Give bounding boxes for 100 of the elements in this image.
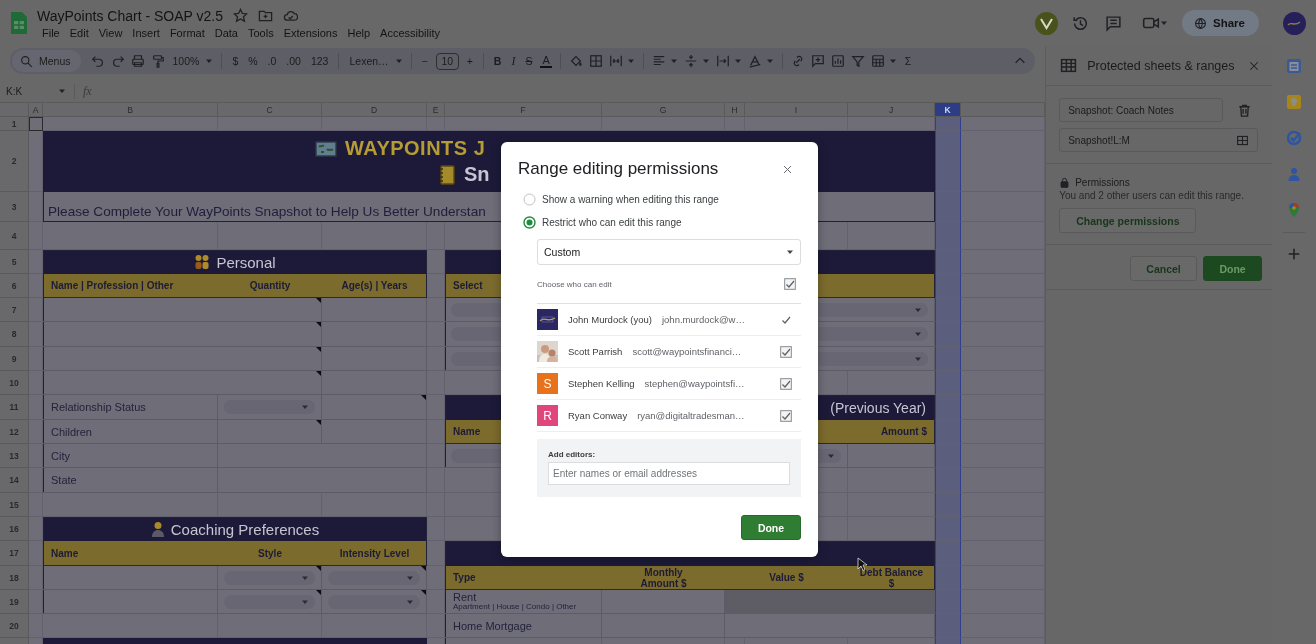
table-cell[interactable] [322, 395, 427, 420]
functions-button[interactable]: Σ [902, 55, 914, 67]
table-cell[interactable] [29, 420, 43, 444]
table-cell[interactable] [935, 222, 961, 250]
dropdown-chip[interactable] [224, 570, 315, 585]
menu-item[interactable]: Edit [64, 26, 94, 39]
redo-icon[interactable] [110, 54, 125, 68]
table-cell[interactable] [322, 117, 427, 131]
table-cell[interactable] [427, 517, 445, 541]
table-cell[interactable] [427, 395, 445, 420]
filter-icon[interactable] [850, 54, 865, 68]
table-cell[interactable] [322, 298, 427, 322]
table-cell[interactable] [935, 192, 961, 222]
table-cell[interactable] [427, 444, 445, 468]
italic-button[interactable]: I [509, 53, 518, 69]
table-cell[interactable] [322, 420, 427, 444]
row-header[interactable]: 2 [0, 131, 29, 192]
access-dropdown[interactable]: Custom [537, 239, 801, 265]
table-cell[interactable] [935, 322, 961, 347]
table-cell[interactable] [427, 614, 445, 638]
table-cell[interactable] [935, 250, 961, 274]
paint-format-icon[interactable] [150, 54, 165, 68]
change-permissions-button[interactable]: Change permissions [1059, 208, 1197, 233]
row-header[interactable]: 4 [0, 222, 29, 250]
table-cell[interactable] [935, 444, 961, 468]
table-cell[interactable] [427, 274, 445, 298]
history-icon[interactable] [1072, 14, 1090, 32]
table-cell[interactable] [29, 274, 43, 298]
font-size-field[interactable]: 10 [435, 52, 459, 70]
close-icon[interactable] [1248, 59, 1261, 72]
strikethrough-button[interactable]: S [523, 55, 535, 67]
table-cell[interactable] [43, 493, 218, 517]
text-wrap-icon[interactable] [715, 54, 730, 68]
row-header[interactable]: 7 [0, 298, 29, 322]
table-cell[interactable] [935, 493, 961, 517]
table-cell[interactable] [935, 131, 961, 192]
table-cell[interactable] [427, 117, 445, 131]
print-icon[interactable] [130, 54, 145, 68]
calendar-icon[interactable] [1286, 58, 1302, 74]
add-icon[interactable] [1287, 247, 1301, 261]
table-cell[interactable] [427, 541, 445, 566]
table-cell[interactable] [322, 371, 427, 395]
row-header[interactable]: 12 [0, 420, 29, 444]
table-cell[interactable] [322, 322, 427, 347]
row-header[interactable]: 10 [0, 371, 29, 395]
row-header[interactable]: 8 [0, 322, 29, 347]
table-cell[interactable] [29, 517, 43, 541]
increase-font-size-button[interactable]: + [464, 55, 475, 67]
table-cell[interactable] [935, 117, 961, 131]
table-cell[interactable] [725, 614, 935, 638]
table-cell[interactable] [29, 614, 43, 638]
table-cell[interactable] [29, 395, 43, 420]
table-cell[interactable] [29, 250, 43, 274]
add-comment-icon[interactable] [810, 54, 825, 68]
percent-format-button[interactable]: % [246, 55, 260, 67]
comment-icon[interactable] [1105, 14, 1123, 32]
row-header[interactable]: 6 [0, 274, 29, 298]
table-cell[interactable] [935, 347, 961, 371]
row-header[interactable]: 14 [0, 468, 29, 493]
table-cell[interactable] [427, 298, 445, 322]
checkbox[interactable] [784, 278, 796, 290]
table-cell[interactable] [29, 322, 43, 347]
keep-notes-icon[interactable] [1286, 94, 1302, 110]
table-cell[interactable] [427, 420, 445, 444]
range-field[interactable]: Snapshot!L:M [1059, 128, 1259, 152]
table-cell[interactable] [43, 566, 218, 590]
map-pin-icon[interactable] [1286, 202, 1302, 218]
add-editors-field[interactable]: Enter names or email addresses [548, 462, 790, 485]
table-icon[interactable] [870, 54, 885, 68]
table-cell[interactable] [218, 590, 322, 614]
column-header[interactable]: D [322, 103, 427, 117]
table-cell[interactable] [322, 222, 427, 250]
table-cell[interactable] [935, 274, 961, 298]
table-cell[interactable] [43, 371, 322, 395]
table-cell[interactable] [29, 468, 43, 493]
table-cell[interactable] [29, 541, 43, 566]
table-cell[interactable] [43, 614, 218, 638]
share-button[interactable]: Share [1182, 10, 1259, 36]
table-cell[interactable] [602, 117, 725, 131]
table-cell[interactable] [29, 298, 43, 322]
table-cell[interactable] [218, 614, 322, 638]
row-header[interactable]: 15 [0, 493, 29, 517]
menu-search-field[interactable]: Menus [12, 50, 81, 72]
table-cell[interactable] [935, 517, 961, 541]
row-header[interactable]: 13 [0, 444, 29, 468]
table-cell[interactable] [935, 566, 961, 590]
table-cell[interactable] [322, 493, 427, 517]
dropdown-chip[interactable] [328, 594, 420, 609]
table-cell[interactable] [29, 192, 43, 222]
table-cell[interactable] [218, 117, 322, 131]
table-cell[interactable] [43, 298, 322, 322]
chart-icon[interactable] [830, 54, 845, 68]
menu-item[interactable]: Data [209, 26, 243, 39]
dropdown-chip[interactable] [224, 594, 315, 609]
row-header[interactable]: 16 [0, 517, 29, 541]
table-cell[interactable] [427, 347, 445, 371]
close-icon[interactable] [782, 163, 793, 175]
folder-icon[interactable] [257, 8, 273, 23]
decrease-font-size-button[interactable]: − [419, 55, 430, 67]
table-cell[interactable] [218, 395, 322, 420]
